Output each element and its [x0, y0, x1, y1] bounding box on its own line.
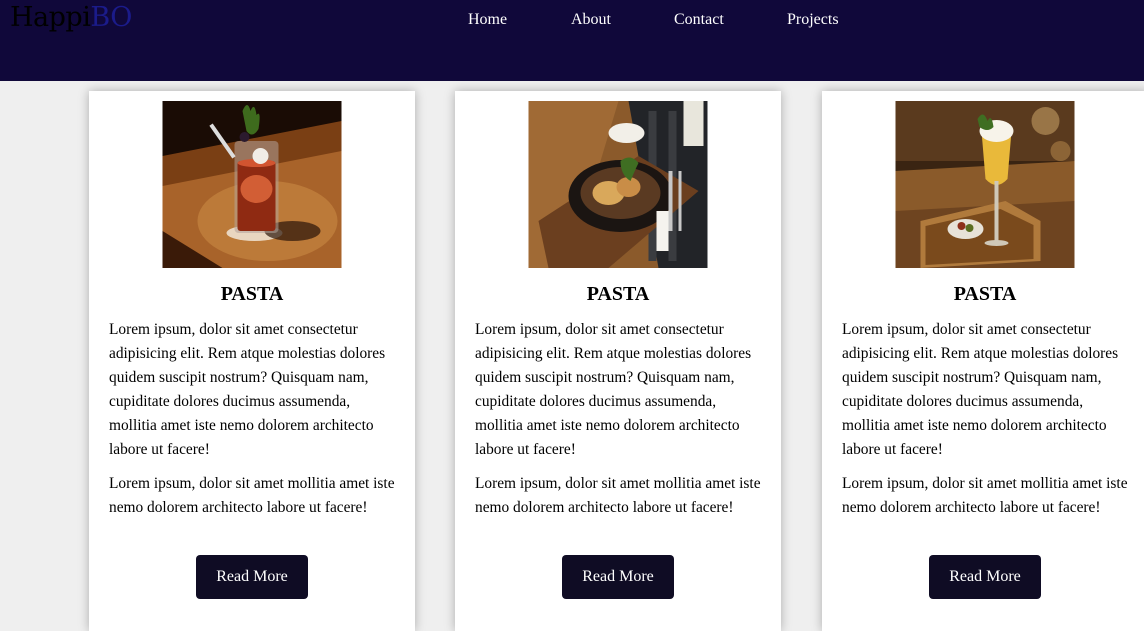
read-more-button[interactable]: Read More	[196, 555, 308, 599]
card-paragraph-2: Lorem ipsum, dolor sit amet mollitia ame…	[109, 475, 395, 516]
champagne-glass-image	[895, 101, 1075, 268]
card-2: PASTA Lorem ipsum, dolor sit amet consec…	[455, 91, 781, 631]
card-paragraph-1: Lorem ipsum, dolor sit amet consectetur …	[109, 321, 386, 458]
nav-home[interactable]: Home	[468, 11, 507, 29]
card-paragraph-1: Lorem ipsum, dolor sit amet consectetur …	[475, 321, 752, 458]
card-title: PASTA	[586, 283, 650, 305]
cocktail-drink-image	[162, 101, 342, 268]
card-paragraph-2: Lorem ipsum, dolor sit amet mollitia ame…	[842, 475, 1128, 516]
nav-projects[interactable]: Projects	[787, 11, 839, 29]
read-more-button[interactable]: Read More	[929, 555, 1041, 599]
nav-about[interactable]: About	[571, 11, 611, 29]
card-paragraph-1: Lorem ipsum, dolor sit amet consectetur …	[842, 321, 1119, 458]
card-1: PASTA Lorem ipsum, dolor sit amet consec…	[89, 91, 415, 631]
plated-dish-image	[528, 101, 708, 268]
nav-contact[interactable]: Contact	[674, 11, 724, 29]
card-title: PASTA	[953, 283, 1017, 305]
card-3: PASTA Lorem ipsum, dolor sit amet consec…	[822, 91, 1144, 631]
card-paragraph-2: Lorem ipsum, dolor sit amet mollitia ame…	[475, 475, 761, 516]
site-header: HappiBO Home About Contact Projects	[0, 0, 1144, 81]
card-title: PASTA	[220, 283, 284, 305]
read-more-button[interactable]: Read More	[562, 555, 674, 599]
main-nav: Home About Contact Projects	[0, 11, 1144, 31]
